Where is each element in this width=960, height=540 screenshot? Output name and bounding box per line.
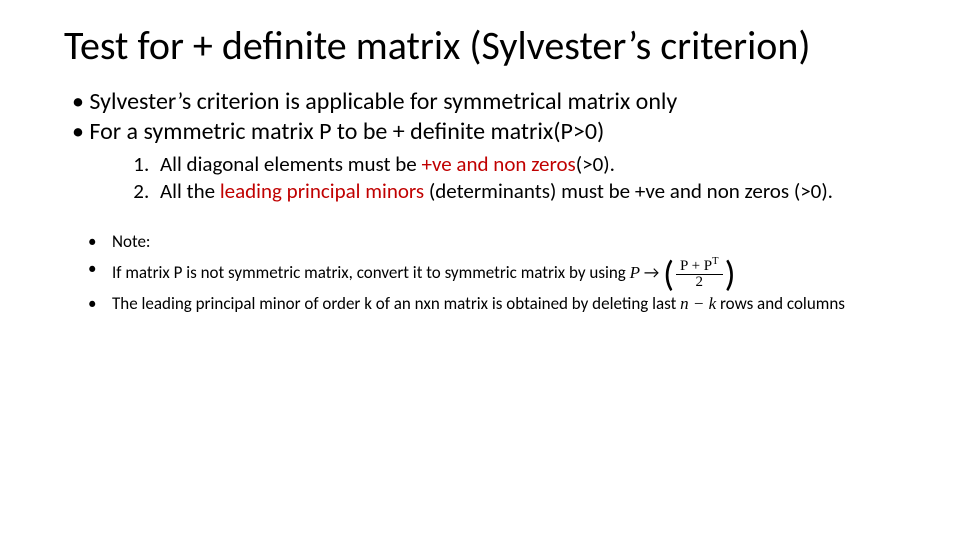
note2-pre: If matrix P is not symmetric matrix, con… xyxy=(112,262,630,283)
n2-post: (determinants) must be +ve and non zeros… xyxy=(429,178,833,204)
fraction-wrap: (P + PT2) xyxy=(663,256,735,292)
fraction-numerator: P + PT xyxy=(676,256,723,276)
n1-post: (>0). xyxy=(576,151,615,177)
fraction: P + PT2 xyxy=(676,256,723,292)
bullet-1: Sylvester’s criterion is applicable for … xyxy=(72,87,896,117)
bullet-2: For a symmetric matrix P to be + definit… xyxy=(72,117,896,147)
frac-num-sup: T xyxy=(712,256,718,267)
note3-pre: The leading principal minor of order k o… xyxy=(112,293,680,314)
numbered-list: All diagonal elements must be +ve and no… xyxy=(64,151,896,206)
slide: Test for + definite matrix (Sylvester’s … xyxy=(0,0,960,540)
numbered-item-1: All diagonal elements must be +ve and no… xyxy=(154,151,896,178)
note3-post: rows and columns xyxy=(716,293,845,314)
main-bullets: Sylvester’s criterion is applicable for … xyxy=(64,87,896,147)
note-convert: If matrix P is not symmetric matrix, con… xyxy=(88,256,896,292)
numbered-item-2: All the leading principal minors (determ… xyxy=(154,178,896,205)
open-paren-icon: ( xyxy=(663,252,674,296)
note2-arrow: → xyxy=(640,262,663,283)
notes-list: Note: If matrix P is not symmetric matri… xyxy=(64,229,896,317)
close-paren-icon: ) xyxy=(725,252,736,296)
note3-math: n − k xyxy=(680,294,716,313)
note2-var: P xyxy=(630,263,640,282)
n1-red: +ve and non zeros xyxy=(422,151,576,177)
slide-title: Test for + definite matrix (Sylvester’s … xyxy=(64,24,896,69)
n1-pre: All diagonal elements must be xyxy=(160,151,422,177)
note-label: Note: xyxy=(88,229,896,255)
n2-red: leading principal minors xyxy=(220,178,429,204)
note-minor-def: The leading principal minor of order k o… xyxy=(88,291,896,317)
frac-num-text: P + P xyxy=(680,258,712,274)
n2-pre: All the xyxy=(160,178,220,204)
fraction-denominator: 2 xyxy=(676,275,723,291)
